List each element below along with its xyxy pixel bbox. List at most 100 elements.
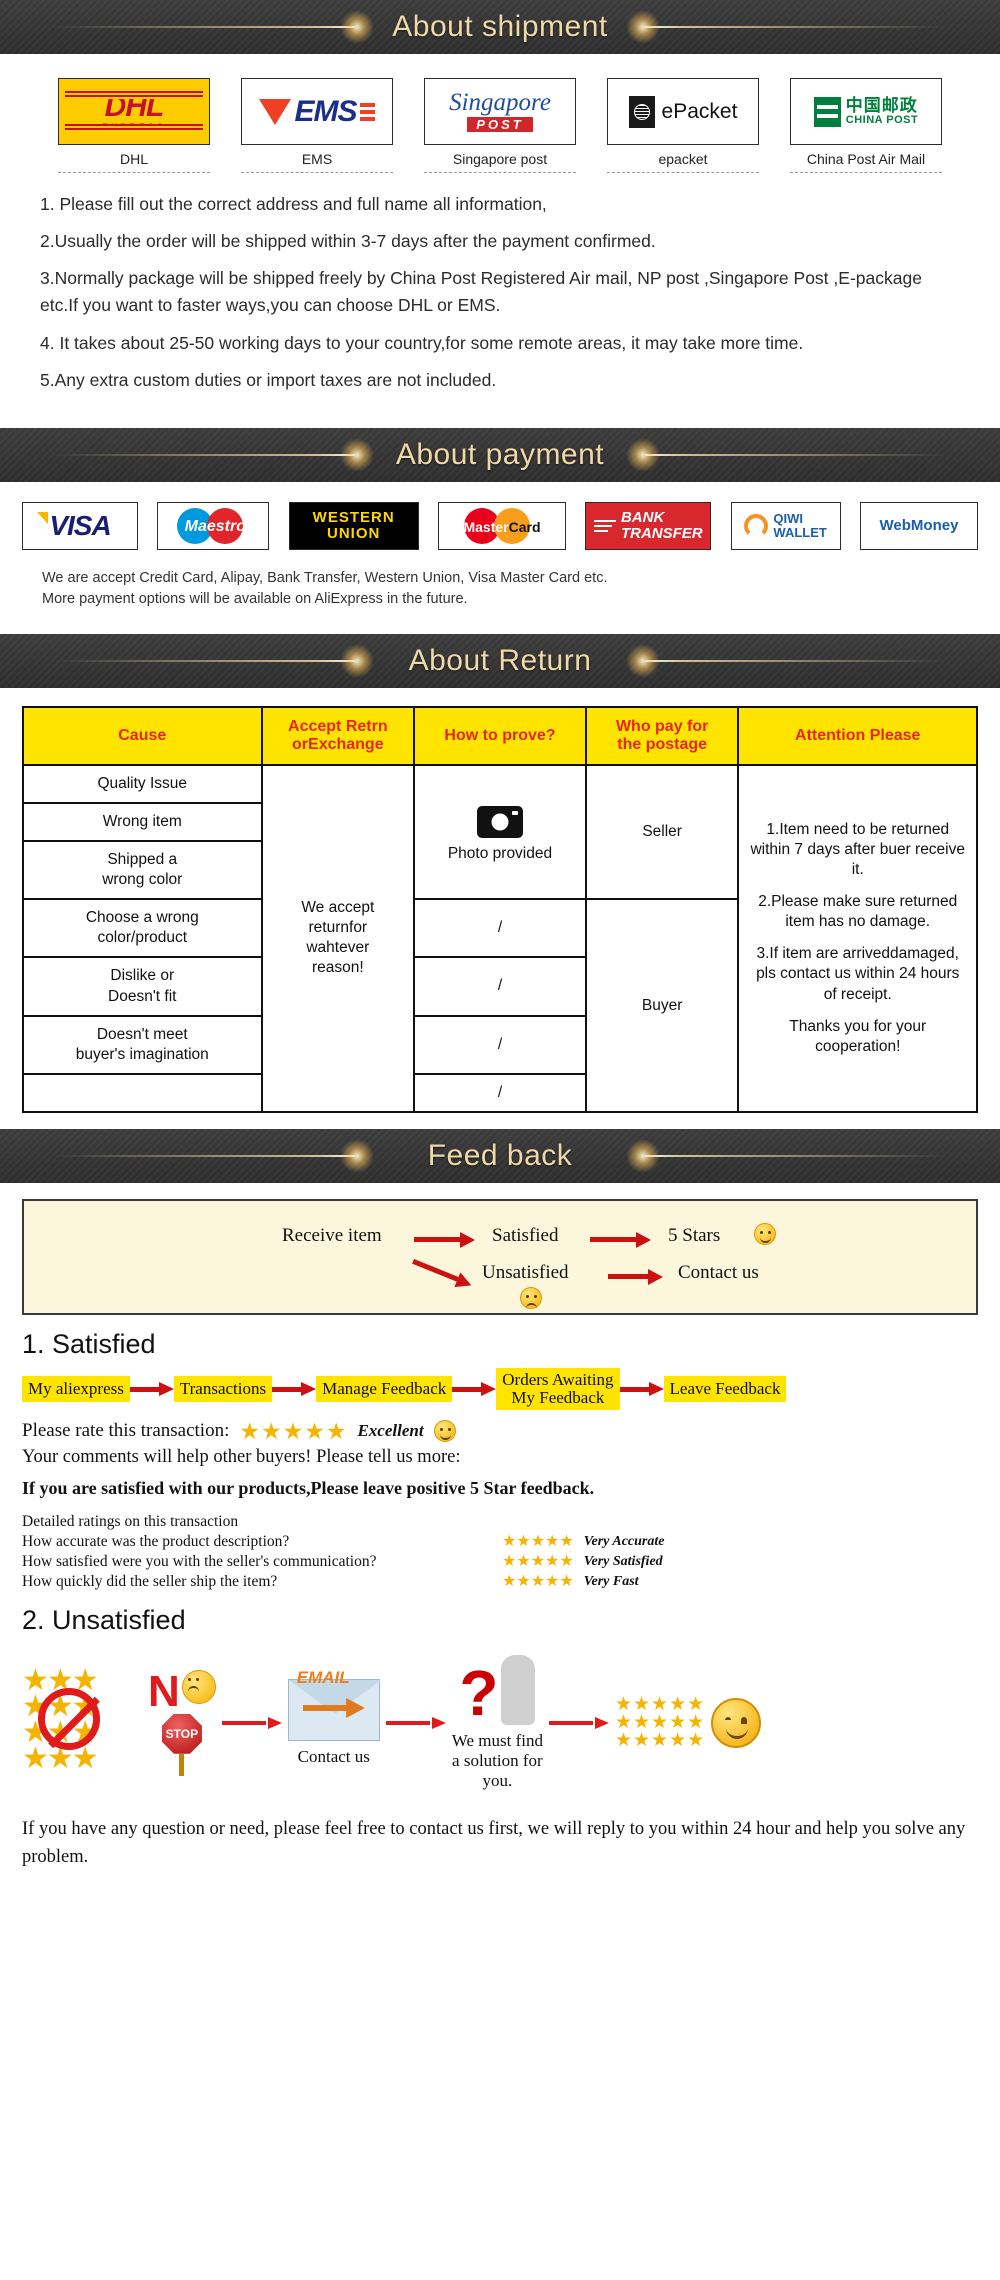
cell-proof-slash: / [413, 1014, 587, 1075]
flow-node-satisfied: Satisfied [492, 1225, 559, 1247]
cause-line: Quality Issue [97, 774, 188, 792]
attention-note-4: Thanks you for your cooperation! [789, 1017, 927, 1055]
solution-line: you. [482, 1770, 513, 1790]
header-line: Accept Retrn [288, 717, 388, 735]
qiwi-line1: QIWI [773, 511, 804, 527]
shipment-note-1: 1. Please fill out the correct address a… [40, 194, 547, 214]
stars-row-3[interactable]: ★★★★★ [615, 1731, 705, 1750]
cell-proof-slash: / [413, 898, 587, 959]
banner-spark-left [340, 1139, 374, 1174]
cause-line: Choose a wrong [85, 909, 199, 927]
carrier-divider [241, 172, 393, 173]
column-header-who-pays: Who pay for the postage [584, 705, 740, 766]
flow-node-5-stars: 5 Stars [668, 1225, 721, 1247]
cell-accept-return-policy: We accept returnfor wahtever reason! [260, 763, 416, 1114]
section-title-payment: About payment [395, 437, 605, 471]
flow-node-unsatisfied: Unsatisfied [482, 1262, 569, 1284]
letter-n-icon: N [148, 1666, 180, 1716]
china-post-logo: 中国邮政 CHINA POST [790, 78, 942, 145]
header-line: the postage [617, 735, 708, 753]
column-header-attention: Attention Please [737, 705, 978, 766]
flow-emoji-sad [520, 1287, 542, 1310]
breadcrumb-arrow [619, 1381, 664, 1396]
rate-transaction-row: Please rate this transaction: ★★★★★ Exce… [22, 1419, 978, 1443]
shipment-notes: 1. Please fill out the correct address a… [0, 183, 1000, 428]
flow-node-contact-us: Contact us [678, 1262, 759, 1284]
mastercard-logo: MasterCard [437, 501, 566, 550]
attention-note-3: 3.If item are arriveddamaged, pls contac… [756, 945, 960, 1003]
carrier-list: DHL EXPRESS DHL EMS EMS Singapore POST S… [58, 78, 942, 173]
ratings-heading-row: Detailed ratings on this transaction [22, 1513, 978, 1531]
cell-cause-shipped-wrong-color: Shipped a wrong color [22, 839, 263, 901]
comments-help-line: Your comments will help other buyers! Pl… [22, 1446, 461, 1467]
carrier-epacket: ePacket epacket [607, 78, 759, 173]
feedback-breadcrumb-flow: My aliexpress Transactions Manage Feedba… [22, 1368, 978, 1410]
western-union-line1: WESTERN [312, 509, 395, 526]
breadcrumb-leave-feedback[interactable]: Leave Feedback [663, 1376, 787, 1402]
cell-proof-photo: Photo provided [413, 763, 587, 901]
china-post-wordmark-zh: 中国邮政 [845, 95, 918, 115]
column-header-how-to-prove: How to prove? [413, 705, 587, 766]
banner-ray-left [55, 26, 355, 28]
banner-spark-right [626, 437, 660, 472]
china-post-wordmark-en: CHINA POST [845, 113, 919, 126]
prohibition-sign-icon [38, 1687, 100, 1750]
accept-line: We accept [301, 899, 375, 917]
column-header-accept-return: Accept Retrn orExchange [260, 705, 416, 766]
payment-method-list: VISA Maestro WESTERN UNION MasterCard BA… [22, 501, 978, 550]
email-arrow-icon [302, 1698, 365, 1719]
bank-transfer-line2: TRANSFER [620, 524, 703, 542]
heading-satisfied: 1. Satisfied [22, 1329, 156, 1360]
cell-cause-quality-issue: Quality Issue [22, 763, 263, 804]
email-graphic: EMAIL Contact us [287, 1668, 381, 1767]
rating-stars-communication[interactable]: ★★★★★ [502, 1553, 574, 1570]
carrier-singapore-post: Singapore POST Singapore post [424, 78, 576, 173]
carrier-divider [790, 172, 942, 173]
singapore-post-tag: POST [467, 117, 533, 132]
maestro-wordmark: Maestro [184, 517, 246, 535]
unsat-arrow-1 [221, 1716, 282, 1729]
cell-payer-seller: Seller [584, 763, 740, 901]
western-union-line2: UNION [326, 524, 381, 542]
carrier-divider [424, 172, 576, 173]
shipment-note-3: 3.Normally package will be shipped freel… [40, 268, 922, 316]
rating-stars-accuracy[interactable]: ★★★★★ [502, 1533, 574, 1550]
cause-line: wrong color [102, 870, 183, 888]
header-line: orExchange [292, 735, 384, 753]
thinking-person-icon [501, 1655, 536, 1726]
flow-emoji-happy [754, 1223, 776, 1246]
cell-cause-wrong-item: Wrong item [22, 801, 263, 842]
attention-note-2: 2.Please make sure returned item has no … [758, 893, 958, 931]
return-policy-table: Cause Accept Retrn orExchange How to pro… [22, 705, 978, 1114]
breadcrumb-manage-feedback[interactable]: Manage Feedback [316, 1376, 453, 1402]
ems-logo: EMS [241, 78, 393, 145]
ems-bars-icon [359, 102, 375, 121]
contact-us-caption: Contact us [297, 1747, 370, 1767]
epacket-wordmark: ePacket [661, 99, 738, 123]
rating-stars-shipping-speed[interactable]: ★★★★★ [502, 1573, 574, 1590]
cause-line: buyer's imagination [75, 1045, 209, 1063]
carrier-label-singapore-post: Singapore post [452, 151, 548, 167]
breadcrumb-orders-awaiting-feedback[interactable]: Orders Awaiting My Feedback [496, 1368, 620, 1410]
breadcrumb-transactions[interactable]: Transactions [173, 1376, 273, 1402]
accept-line: returnfor [308, 919, 368, 937]
solution-graphic: ? We must find a solution for you. [452, 1655, 543, 1790]
dhl-subtext: EXPRESS [102, 121, 166, 132]
qiwi-line2: WALLET [773, 524, 827, 540]
dhl-logo: DHL EXPRESS [58, 78, 210, 145]
section-title-feedback: Feed back [427, 1139, 573, 1173]
rating-question-accuracy: How accurate was the product description… [22, 1532, 290, 1550]
shipment-carriers-section: DHL EXPRESS DHL EMS EMS Singapore POST S… [0, 54, 1000, 183]
payment-note-1: We are accept Credit Card, Alipay, Bank … [42, 569, 608, 586]
feedback-flow-diagram: Receive item Satisfied 5 Stars Unsatisfi… [42, 1217, 958, 1310]
rating-stars[interactable]: ★★★★★ [239, 1420, 347, 1443]
flow-node-receive-item: Receive item [282, 1225, 382, 1247]
cause-line: Wrong item [102, 812, 182, 830]
banner-ray-left [55, 453, 355, 456]
breadcrumb-my-aliexpress[interactable]: My aliexpress [22, 1376, 130, 1402]
rating-row-communication: How satisfied were you with the seller's… [22, 1553, 978, 1571]
carrier-label-china-post: China Post Air Mail [806, 151, 926, 167]
solution-line: We must find [451, 1731, 543, 1751]
cause-line: Dislike or [110, 967, 175, 985]
cell-cause-empty [22, 1072, 263, 1114]
